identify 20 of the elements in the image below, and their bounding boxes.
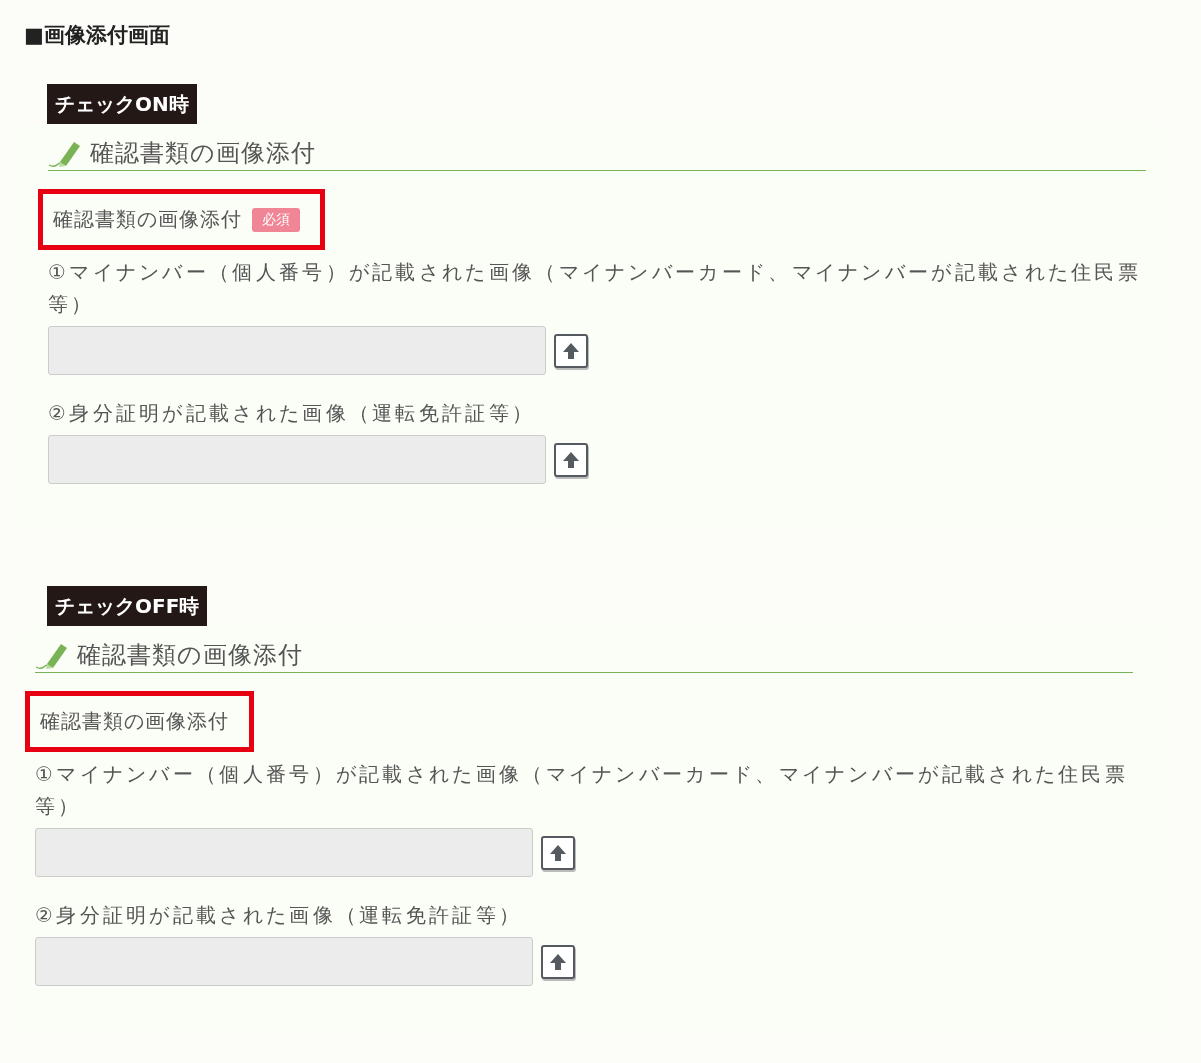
file-field[interactable] — [35, 937, 533, 986]
file-field[interactable] — [35, 828, 533, 877]
page-title: ■画像添付画面 — [24, 22, 171, 49]
upload-button[interactable] — [554, 333, 588, 368]
upload-caption: ①マイナンバー（個人番号）が記載された画像（マイナンバーカード、マイナンバーが記載された住民票等） — [35, 761, 1130, 820]
upload-caption: ②身分証明が記載された画像（運転免許証等） — [48, 400, 537, 427]
field-label: 確認書類の画像添付 — [40, 708, 229, 735]
upload-button[interactable] — [554, 442, 588, 477]
upload-button[interactable] — [541, 944, 575, 979]
file-field[interactable] — [48, 435, 546, 484]
section-label: チェックON時 — [47, 84, 197, 124]
section-heading: 確認書類の画像添付 — [90, 138, 316, 168]
section-heading: 確認書類の画像添付 — [77, 640, 303, 670]
required-badge: 必須 — [252, 207, 300, 232]
section-label: チェックOFF時 — [47, 586, 208, 626]
upload-caption: ①マイナンバー（個人番号）が記載された画像（マイナンバーカード、マイナンバーが記載された住民票等） — [48, 259, 1143, 318]
field-label: 確認書類の画像添付 — [53, 206, 242, 233]
upload-button[interactable] — [541, 835, 575, 870]
upload-caption: ②身分証明が記載された画像（運転免許証等） — [35, 902, 524, 929]
file-field[interactable] — [48, 326, 546, 375]
